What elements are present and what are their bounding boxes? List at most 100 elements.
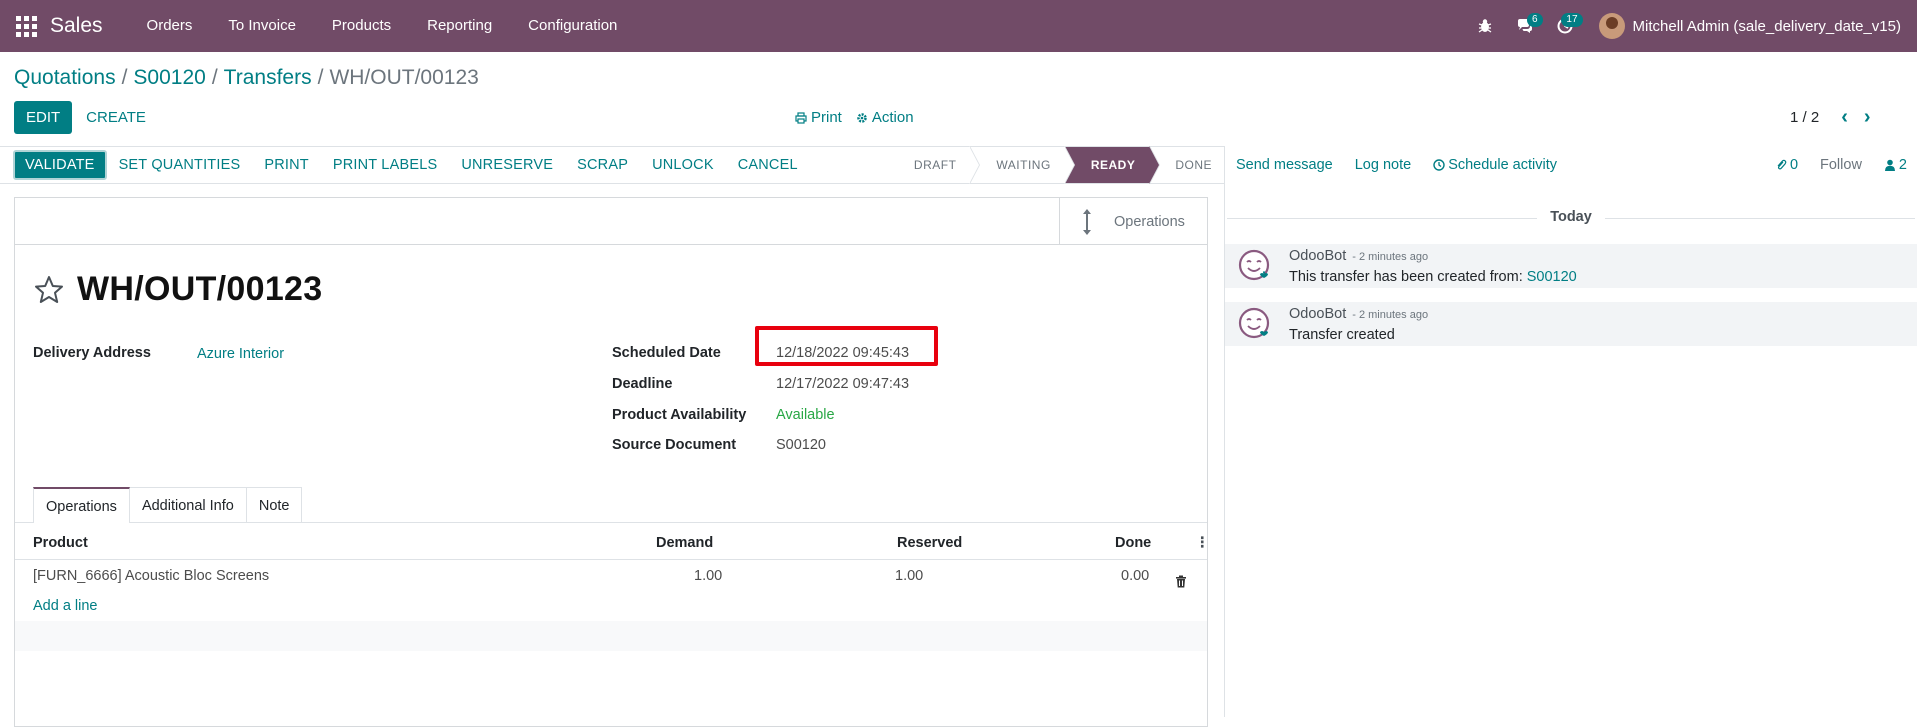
- trash-icon[interactable]: [1175, 569, 1187, 599]
- message-time: - 2 minutes ago: [1352, 309, 1429, 321]
- availability-field: Available: [776, 407, 835, 423]
- debug-bug-icon[interactable]: [1465, 0, 1505, 52]
- user-menu[interactable]: Mitchell Admin (sale_delivery_date_v15): [1598, 13, 1901, 39]
- breadcrumb-quotations[interactable]: Quotations: [14, 66, 116, 90]
- menu-products[interactable]: Products: [314, 0, 409, 52]
- date-separator: Today: [1225, 209, 1917, 225]
- deadline-label: Deadline: [612, 376, 673, 392]
- stage-pipeline: DRAFT WAITING READY DONE: [914, 146, 1224, 184]
- set-quantities-button[interactable]: SET QUANTITIES: [107, 150, 253, 180]
- operations-smart-label: Operations: [1114, 213, 1185, 230]
- cancel-button[interactable]: CANCEL: [726, 150, 810, 180]
- print-labels-button[interactable]: PRINT LABELS: [321, 150, 449, 180]
- chevron-left-icon[interactable]: ‹: [1841, 106, 1848, 129]
- scheduled-date-label: Scheduled Date: [612, 345, 721, 361]
- tab-additional-info[interactable]: Additional Info: [128, 487, 247, 523]
- operations-smart-button[interactable]: Operations: [1059, 198, 1207, 245]
- odoobot-avatar-icon: [1238, 307, 1270, 339]
- pager-value[interactable]: 1 / 2: [1790, 109, 1819, 126]
- user-icon: [1884, 159, 1895, 171]
- print-dropdown[interactable]: Print: [795, 109, 842, 126]
- col-reserved[interactable]: Reserved: [897, 528, 962, 558]
- row-reserved: 1.00: [895, 568, 924, 584]
- tab-operations[interactable]: Operations: [33, 487, 130, 523]
- print-icon: [795, 111, 807, 124]
- statusbar: VALIDATE SET QUANTITIES PRINT PRINT LABE…: [0, 146, 1224, 184]
- log-note-button[interactable]: Log note: [1344, 157, 1422, 173]
- gear-icon: [857, 112, 867, 123]
- main-menu: Orders To Invoice Products Reporting Con…: [129, 0, 636, 52]
- message-body: Transfer created: [1289, 327, 1395, 343]
- message-body: This transfer has been created from:: [1289, 269, 1527, 285]
- followers-button[interactable]: 2: [1873, 157, 1917, 173]
- stage-draft: DRAFT: [914, 146, 980, 184]
- stage-ready: READY: [1064, 146, 1160, 184]
- message-link[interactable]: S00120: [1527, 269, 1577, 285]
- operations-table-header: Product Demand Reserved Done ⋮: [15, 528, 1210, 560]
- edit-button[interactable]: EDIT: [14, 101, 73, 134]
- message-time: - 2 minutes ago: [1352, 251, 1429, 263]
- create-button[interactable]: CREATE: [72, 101, 160, 134]
- validate-button[interactable]: VALIDATE: [13, 150, 107, 180]
- schedule-activity-button[interactable]: Schedule activity: [1422, 157, 1568, 173]
- user-name: Mitchell Admin (sale_delivery_date_v15): [1632, 17, 1901, 35]
- col-demand[interactable]: Demand: [656, 528, 713, 558]
- menu-reporting[interactable]: Reporting: [409, 0, 510, 52]
- scrap-button[interactable]: SCRAP: [565, 150, 640, 180]
- chatter-message: OdooBot - 2 minutes ago Transfer created: [1225, 302, 1917, 346]
- breadcrumb: Quotations / S00120 / Transfers / WH/OUT…: [14, 66, 479, 90]
- paperclip-icon: [1777, 159, 1787, 169]
- breadcrumb-order[interactable]: S00120: [133, 66, 205, 90]
- stage-done: DONE: [1175, 158, 1212, 172]
- delivery-address-field[interactable]: Azure Interior: [197, 346, 284, 362]
- add-line-link[interactable]: Add a line: [33, 591, 98, 621]
- menu-to-invoice[interactable]: To Invoice: [210, 0, 314, 52]
- arrows-vertical-icon: [1083, 208, 1091, 235]
- unreserve-button[interactable]: UNRESERVE: [449, 150, 565, 180]
- scheduled-date-highlight: [755, 326, 938, 366]
- source-document-label: Source Document: [612, 437, 737, 453]
- print-button[interactable]: PRINT: [252, 150, 321, 180]
- odoobot-avatar-icon: [1238, 249, 1270, 281]
- row-product: [FURN_6666] Acoustic Bloc Screens: [33, 568, 270, 584]
- chatter-message: OdooBot - 2 minutes ago This transfer has…: [1225, 244, 1917, 288]
- unlock-button[interactable]: UNLOCK: [640, 150, 726, 180]
- print-label: Print: [811, 109, 842, 126]
- send-message-button[interactable]: Send message: [1225, 157, 1344, 173]
- deadline-field[interactable]: 12/17/2022 09:47:43: [776, 376, 909, 392]
- tab-note[interactable]: Note: [245, 487, 303, 523]
- apps-menu-icon[interactable]: [14, 14, 38, 38]
- action-dropdown[interactable]: Action: [856, 109, 914, 126]
- table-row[interactable]: [FURN_6666] Acoustic Bloc Screens 1.00 1…: [15, 561, 1207, 591]
- menu-configuration[interactable]: Configuration: [510, 0, 635, 52]
- follow-button[interactable]: Follow: [1809, 157, 1873, 173]
- attachments-button[interactable]: 0: [1764, 157, 1809, 173]
- breadcrumb-current: WH/OUT/00123: [329, 66, 479, 89]
- clock-icon: [1433, 158, 1445, 171]
- column-options-icon[interactable]: ⋮: [1195, 528, 1210, 558]
- form-sheet: Operations WH/OUT/00123 Delivery Address…: [14, 197, 1210, 727]
- message-author[interactable]: OdooBot: [1289, 248, 1346, 264]
- notebook-tabs: Operations Additional Info Note: [33, 487, 303, 523]
- chevron-right-icon[interactable]: ›: [1864, 106, 1871, 129]
- menu-orders[interactable]: Orders: [129, 0, 211, 52]
- activities-clock-icon[interactable]: 17: [1545, 0, 1585, 52]
- app-name[interactable]: Sales: [50, 14, 103, 38]
- avatar: [1598, 13, 1625, 39]
- breadcrumb-transfers[interactable]: Transfers: [224, 66, 312, 90]
- col-done[interactable]: Done: [1115, 528, 1151, 558]
- action-label: Action: [871, 109, 914, 126]
- col-product[interactable]: Product: [33, 528, 88, 558]
- pager: 1 / 2 ‹ ›: [1790, 101, 1871, 134]
- delivery-address-label: Delivery Address: [33, 345, 151, 361]
- messages-icon[interactable]: 6: [1505, 0, 1545, 52]
- messages-badge: 6: [1526, 13, 1543, 27]
- stage-waiting: WAITING: [970, 146, 1076, 184]
- activities-badge: 17: [1561, 13, 1583, 27]
- source-document-field[interactable]: S00120: [776, 437, 826, 453]
- followers-count: 2: [1898, 156, 1907, 173]
- star-icon[interactable]: [33, 274, 65, 306]
- message-author[interactable]: OdooBot: [1289, 306, 1346, 322]
- schedule-activity-label: Schedule activity: [1448, 156, 1557, 173]
- top-navbar: Sales Orders To Invoice Products Reporti…: [0, 0, 1917, 52]
